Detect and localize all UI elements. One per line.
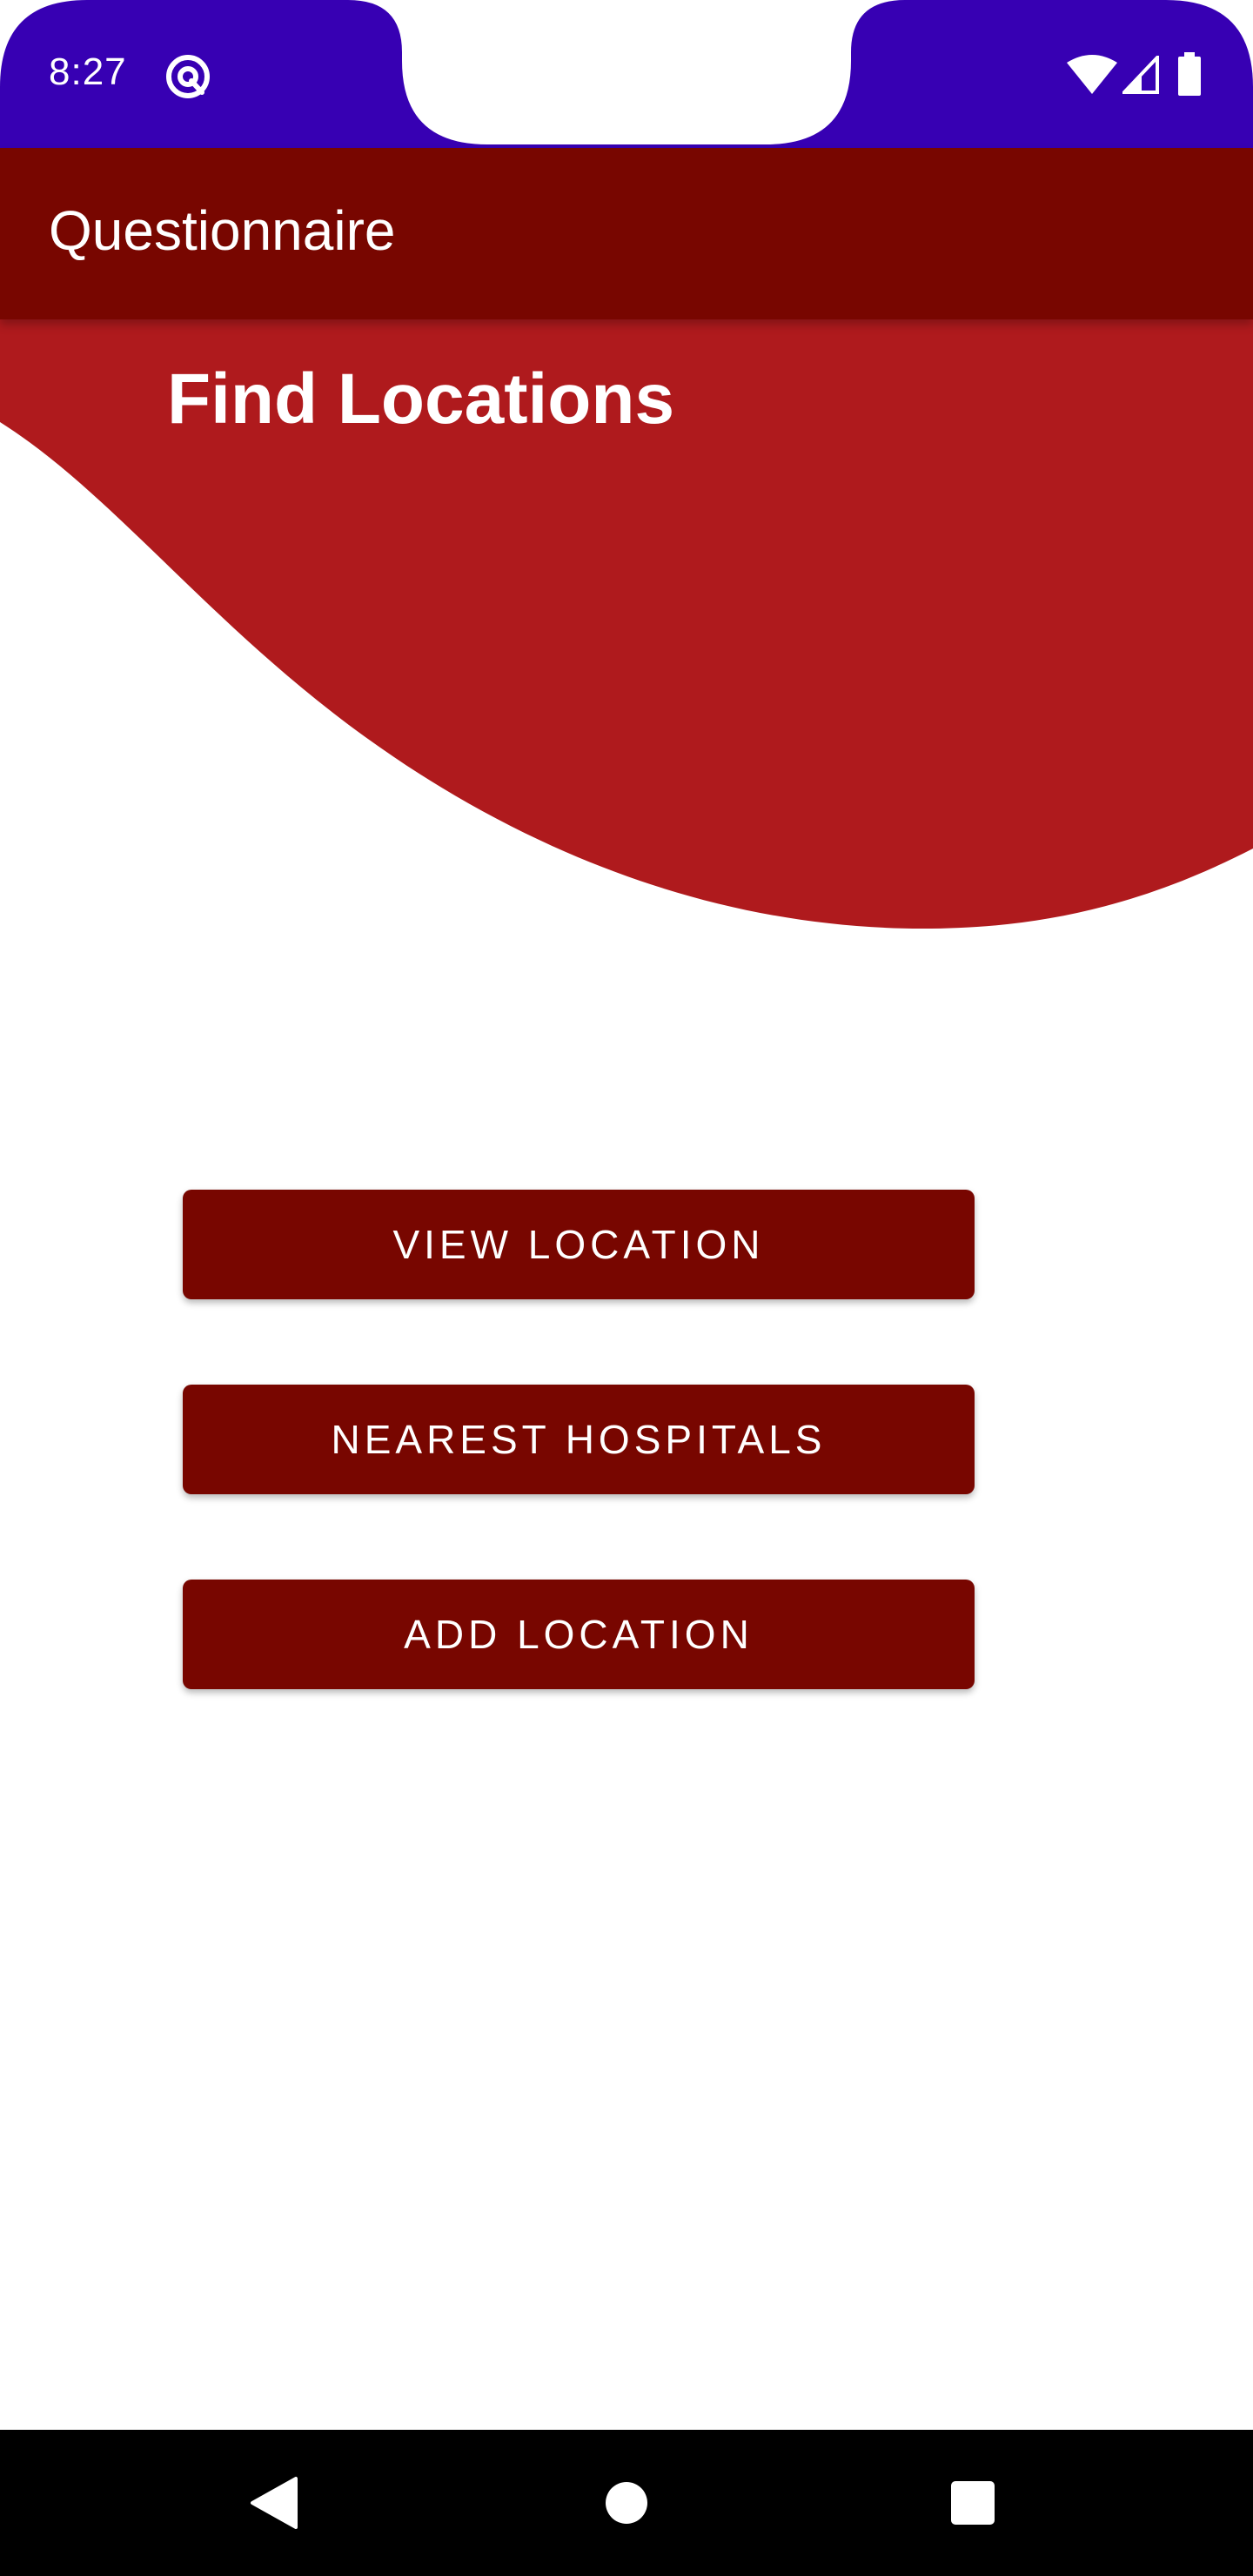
battery-icon [1178,52,1201,96]
view-location-button[interactable]: VIEW LOCATION [183,1190,975,1299]
screen: 8:27 Questionnaire Find Locations VIEW L… [0,0,1253,2576]
status-bar: 8:27 [0,0,1253,148]
recents-icon[interactable] [929,2459,1016,2546]
add-location-button[interactable]: ADD LOCATION [183,1580,975,1689]
nearest-hospitals-button[interactable]: NEAREST HOSPITALS [183,1385,975,1494]
wifi-icon [1067,55,1117,94]
signal-icon [1122,56,1159,94]
app-title: Questionnaire [49,199,396,262]
home-icon[interactable] [583,2459,670,2546]
navigation-bar [0,2430,1253,2576]
at-sign-icon [166,55,210,98]
page-title: Find Locations [167,359,675,439]
status-time: 8:27 [49,50,127,93]
back-icon[interactable] [233,2459,320,2546]
app-bar: Questionnaire [0,148,1253,319]
